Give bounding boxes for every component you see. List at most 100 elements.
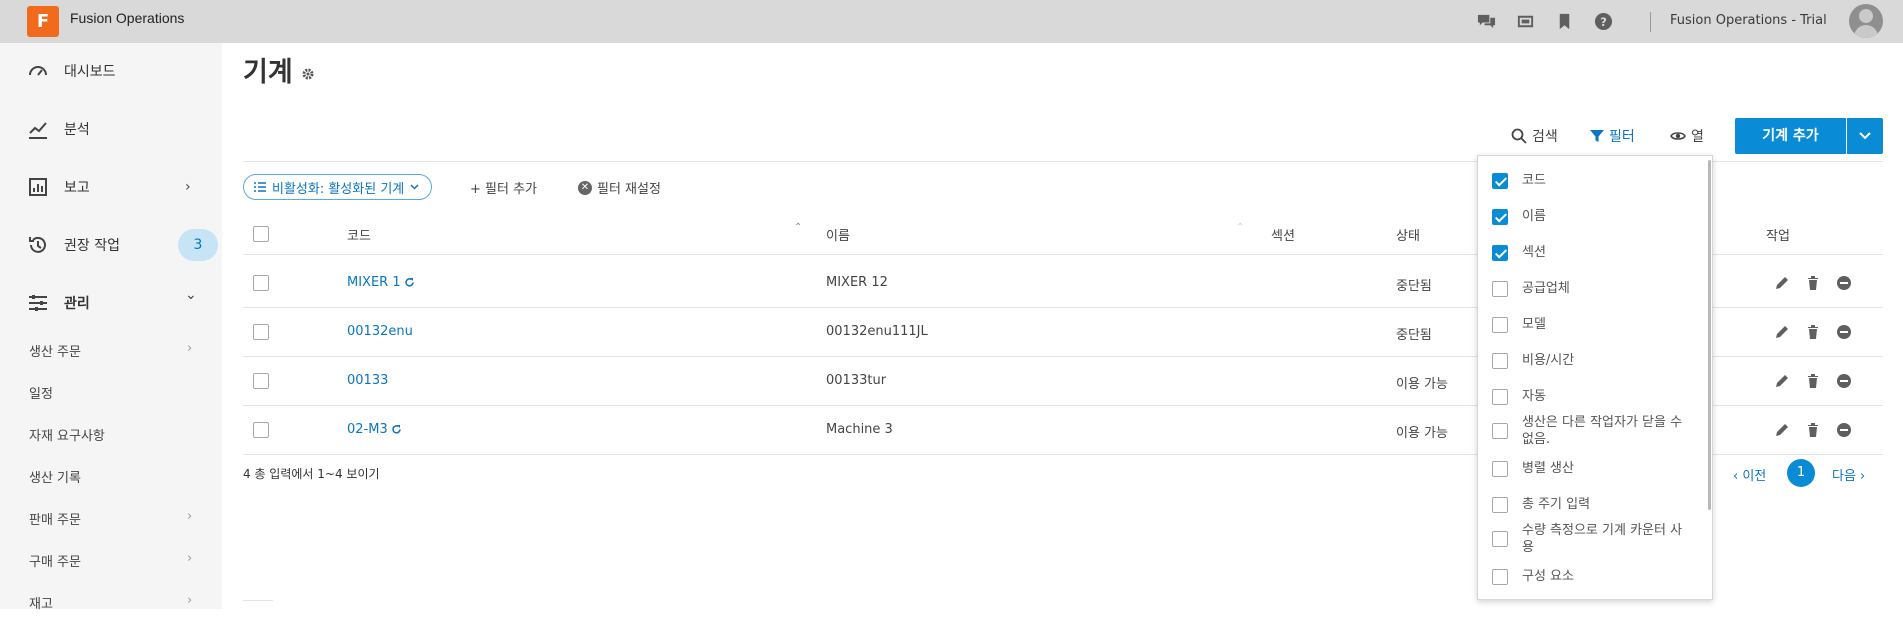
sidebar-subitem-production-orders[interactable]: 생산 주문 › [0, 333, 222, 367]
machine-code-link[interactable]: 00132enu [347, 324, 413, 339]
scrollbar[interactable] [1708, 160, 1711, 510]
row-checkbox[interactable] [253, 275, 269, 291]
count-badge: 3 [178, 229, 218, 261]
sliders-icon [29, 295, 47, 311]
machine-status: 이용 가능 [1396, 426, 1448, 441]
column-checkbox[interactable] [1492, 423, 1508, 439]
column-checkbox[interactable] [1492, 531, 1508, 547]
machine-code-link[interactable]: 00133 [347, 373, 388, 388]
sidebar-item-label: 분석 [64, 122, 90, 138]
column-option-components[interactable]: 구성 요소 [1492, 568, 1692, 585]
column-checkbox[interactable] [1492, 388, 1508, 405]
column-header-code[interactable]: 코드 [347, 225, 371, 244]
sidebar-subitem-sales-orders[interactable]: 판매 주문 › [0, 501, 222, 535]
add-machine-button[interactable]: 기계 추가 [1735, 118, 1846, 154]
disable-icon[interactable] [1836, 373, 1852, 389]
column-option-name[interactable]: 이름 [1492, 208, 1692, 225]
column-checkbox[interactable] [1492, 352, 1508, 369]
column-header-name[interactable]: 이름 [826, 225, 850, 244]
sidebar-subitem-schedule[interactable]: 일정 [0, 375, 222, 409]
add-options-dropdown[interactable] [1847, 118, 1883, 154]
search-icon [1511, 128, 1527, 144]
search-label: 검색 [1532, 129, 1558, 145]
column-option-code[interactable]: 코드 [1492, 172, 1692, 189]
column-option-model[interactable]: 모델 [1492, 316, 1692, 333]
column-checkbox[interactable] [1492, 460, 1508, 477]
sidebar-subitem-production-records[interactable]: 생산 기록 [0, 459, 222, 493]
page-title: 기계 [243, 57, 293, 88]
trash-icon[interactable] [1805, 324, 1821, 340]
bookmark-icon[interactable] [1555, 12, 1574, 31]
edit-icon[interactable] [1774, 373, 1790, 389]
sidebar-subitem-material-requirements[interactable]: 자재 요구사항 [0, 417, 222, 451]
column-checkbox[interactable] [1492, 568, 1508, 585]
filter-chip[interactable]: 비활성화: 활성화된 기계 [243, 174, 433, 200]
pagination-prev[interactable]: ‹ 이전 [1733, 465, 1766, 484]
sidebar-subitem-purchase-orders[interactable]: 구매 주문 › [0, 543, 222, 577]
disable-icon[interactable] [1836, 275, 1852, 291]
column-option-production-close[interactable]: 생산은 다른 작업자가 닫을 수 없음. [1492, 414, 1692, 448]
chevron-down-icon [1859, 132, 1871, 140]
sort-icon[interactable]: ⌃ [794, 222, 802, 233]
column-option-label: 비용/시간 [1522, 353, 1575, 368]
column-checkbox[interactable] [1492, 280, 1508, 297]
add-filter-button[interactable]: + 필터 추가 [470, 178, 537, 197]
column-option-label: 총 주기 입력 [1522, 497, 1591, 512]
trash-icon[interactable] [1805, 275, 1821, 291]
column-option-section[interactable]: 섹션 [1492, 244, 1692, 261]
column-checkbox[interactable] [1492, 496, 1508, 513]
app-logo[interactable]: F [27, 6, 59, 37]
row-checkbox[interactable] [253, 324, 269, 340]
video-icon[interactable] [1516, 12, 1535, 31]
help-icon[interactable]: ? [1594, 12, 1613, 31]
column-option-label: 자동 [1522, 389, 1546, 404]
sidebar-item-recommended-tasks[interactable]: 권장 작업 3 [0, 225, 222, 265]
machine-code-link[interactable]: MIXER 1 [347, 275, 415, 290]
sidebar-item-report[interactable]: 보고 › [0, 167, 222, 207]
select-all-checkbox[interactable] [253, 226, 269, 242]
column-header-section[interactable]: 섹션 [1271, 225, 1295, 244]
sidebar-item-manage[interactable]: 관리 ⌄ [0, 283, 222, 323]
disable-icon[interactable] [1836, 324, 1852, 340]
columns-button[interactable]: 열 [1670, 126, 1704, 146]
filter-chip-label: 비활성화: 활성화된 기계 [272, 181, 405, 197]
filter-button[interactable]: 필터 [1590, 126, 1635, 146]
sidebar-item-dashboard[interactable]: 대시보드 [0, 51, 222, 91]
row-checkbox[interactable] [253, 422, 269, 438]
column-option-machine-counter[interactable]: 수량 측정으로 기계 카운터 사용 [1492, 522, 1692, 556]
machine-code-link[interactable]: 02-M3 [347, 422, 402, 437]
reset-filter-button[interactable]: ✕ 필터 재설정 [578, 178, 661, 197]
trash-icon[interactable] [1805, 373, 1821, 389]
sidebar-subitem-inventory[interactable]: 재고 › [0, 585, 222, 619]
column-checkbox[interactable] [1492, 208, 1508, 225]
avatar[interactable] [1849, 4, 1883, 38]
column-checkbox[interactable] [1492, 172, 1508, 189]
column-option-automatic[interactable]: 자동 [1492, 388, 1692, 405]
edit-icon[interactable] [1774, 422, 1790, 438]
edit-icon[interactable] [1774, 324, 1790, 340]
row-checkbox[interactable] [253, 373, 269, 389]
disable-icon[interactable] [1836, 422, 1852, 438]
edit-icon[interactable] [1774, 275, 1790, 291]
chevron-down-icon [410, 184, 419, 190]
sort-icon[interactable]: ⌃ [1236, 222, 1244, 233]
column-option-total-cycle[interactable]: 총 주기 입력 [1492, 496, 1692, 513]
column-header-status[interactable]: 상태 [1396, 225, 1420, 244]
sidebar-item-analytics[interactable]: 분석 [0, 109, 222, 149]
column-checkbox[interactable] [1492, 316, 1508, 333]
column-option-cost-per-hour[interactable]: 비용/시간 [1492, 352, 1692, 369]
column-checkbox[interactable] [1492, 244, 1508, 261]
sidebar-subitem-label: 생산 기록 [29, 471, 81, 486]
filter-label: 필터 [1609, 129, 1635, 145]
columns-label: 열 [1691, 129, 1704, 145]
trash-icon[interactable] [1805, 422, 1821, 438]
pagination-current-page[interactable]: 1 [1787, 459, 1815, 487]
sidebar-item-label: 권장 작업 [64, 238, 120, 254]
column-option-parallel-production[interactable]: 병렬 생산 [1492, 460, 1692, 477]
search-button[interactable]: 검색 [1511, 126, 1558, 146]
pagination-next[interactable]: 다음 › [1832, 465, 1865, 484]
chat-icon[interactable] [1477, 12, 1496, 31]
sidebar-subitem-label: 구매 주문 [29, 555, 81, 570]
gear-icon[interactable] [302, 68, 314, 80]
column-option-supplier[interactable]: 공급업체 [1492, 280, 1692, 297]
